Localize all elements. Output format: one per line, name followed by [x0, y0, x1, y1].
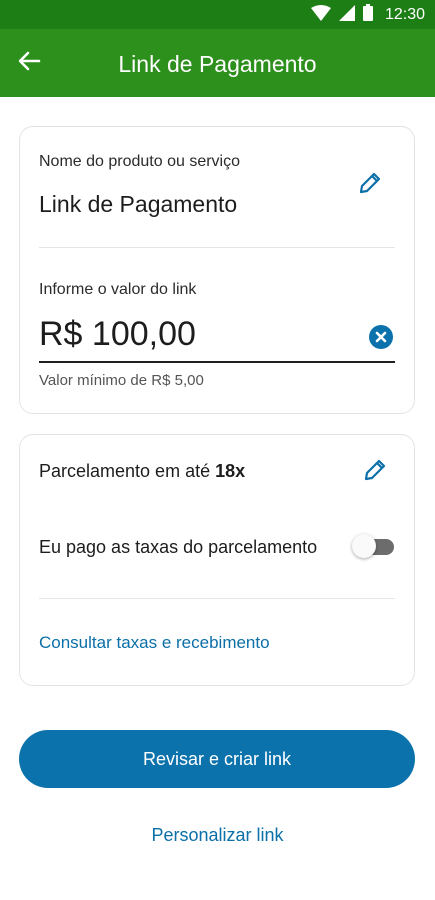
fee-toggle[interactable]	[352, 534, 396, 560]
amount-field[interactable]	[39, 313, 395, 363]
divider	[39, 598, 395, 599]
page-title: Link de Pagamento	[118, 51, 317, 77]
product-label: Nome do produto ou serviço	[39, 153, 240, 170]
battery-icon	[362, 4, 373, 26]
pencil-icon	[362, 457, 388, 488]
pencil-icon	[357, 170, 383, 201]
product-name: Link de Pagamento	[39, 191, 238, 217]
installment-prefix: Parcelamento em até	[39, 461, 216, 481]
fee-toggle-label: Eu pago as taxas do parcelamento	[39, 537, 318, 557]
min-value-helper: Valor mínimo de R$ 5,00	[39, 372, 204, 389]
toggle-thumb	[352, 534, 376, 558]
wifi-icon	[310, 4, 331, 26]
signal-icon	[338, 4, 355, 26]
installment-card: Parcelamento em até 18x Eu pago as taxas…	[19, 434, 415, 686]
clear-icon[interactable]	[369, 325, 393, 349]
edit-product-button[interactable]	[355, 170, 385, 200]
status-icons: 12:30	[310, 4, 425, 26]
app-bar: Link de Pagamento	[0, 29, 435, 97]
edit-installment-button[interactable]	[360, 457, 390, 487]
consult-fees-link[interactable]: Consultar taxas e recebimento	[39, 633, 270, 653]
amount-label: Informe o valor do link	[39, 281, 197, 298]
status-bar: 12:30	[0, 0, 435, 29]
installment-text: Parcelamento em até 18x	[39, 461, 245, 482]
installment-count: 18x	[215, 461, 246, 481]
amount-input[interactable]	[39, 315, 339, 354]
divider	[39, 247, 395, 248]
product-card: Nome do produto ou serviço Link de Pagam…	[19, 126, 415, 414]
status-time: 12:30	[384, 6, 425, 23]
customize-link[interactable]: Personalizar link	[0, 825, 435, 846]
review-create-link-button[interactable]: Revisar e criar link	[19, 730, 415, 788]
